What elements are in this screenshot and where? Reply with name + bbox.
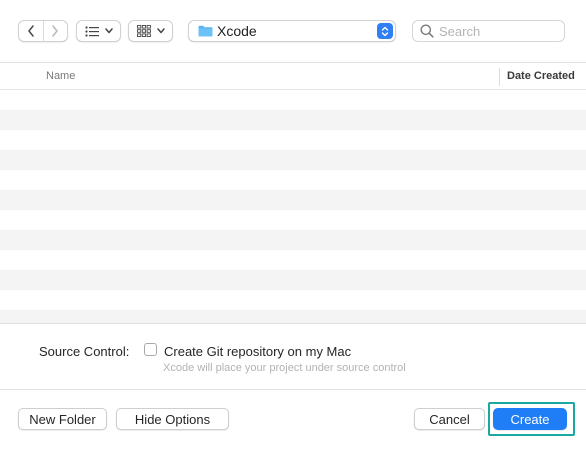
toolbar: Xcode bbox=[0, 0, 586, 62]
search-field[interactable] bbox=[412, 20, 565, 42]
list-item bbox=[0, 290, 586, 310]
search-icon bbox=[420, 24, 434, 38]
list-item bbox=[0, 270, 586, 290]
column-header-name[interactable]: Name bbox=[46, 70, 75, 82]
location-popup[interactable]: Xcode bbox=[188, 20, 396, 42]
cancel-button[interactable]: Cancel bbox=[414, 408, 485, 430]
create-button[interactable]: Create bbox=[493, 408, 567, 430]
search-input[interactable] bbox=[439, 22, 559, 40]
git-repository-checkbox[interactable] bbox=[144, 343, 157, 356]
list-item bbox=[0, 310, 586, 323]
list-item bbox=[0, 250, 586, 270]
chevron-right-icon bbox=[52, 25, 58, 37]
folder-icon bbox=[198, 25, 213, 37]
group-menu[interactable] bbox=[128, 20, 173, 42]
source-control-hint: Xcode will place your project under sour… bbox=[163, 362, 406, 374]
file-list[interactable] bbox=[0, 90, 586, 323]
forward-button[interactable] bbox=[42, 21, 68, 41]
list-item bbox=[0, 170, 586, 190]
list-item bbox=[0, 230, 586, 250]
source-control-label: Source Control: bbox=[39, 344, 130, 359]
file-list-header: Name Date Created bbox=[0, 62, 586, 90]
list-item bbox=[0, 150, 586, 170]
list-item bbox=[0, 130, 586, 150]
chevron-down-icon bbox=[104, 28, 113, 34]
grid-icon bbox=[136, 25, 151, 37]
nav-buttons bbox=[18, 20, 68, 42]
options-panel: Source Control: Create Git repository on… bbox=[0, 323, 586, 390]
chevron-left-icon bbox=[28, 25, 34, 37]
list-item bbox=[0, 210, 586, 230]
list-item bbox=[0, 190, 586, 210]
back-button[interactable] bbox=[19, 21, 43, 41]
hide-options-button[interactable]: Hide Options bbox=[116, 408, 229, 430]
location-label: Xcode bbox=[217, 23, 257, 39]
git-repository-checkbox-label[interactable]: Create Git repository on my Mac bbox=[164, 344, 351, 359]
column-divider[interactable] bbox=[499, 68, 500, 86]
chevron-down-icon bbox=[156, 28, 165, 34]
column-header-date-created[interactable]: Date Created bbox=[507, 70, 575, 82]
list-item bbox=[0, 110, 586, 130]
list-icon bbox=[84, 25, 99, 37]
list-view-menu[interactable] bbox=[76, 20, 121, 42]
new-folder-button[interactable]: New Folder bbox=[18, 408, 107, 430]
list-item bbox=[0, 90, 586, 110]
stepper-icon bbox=[377, 23, 393, 39]
